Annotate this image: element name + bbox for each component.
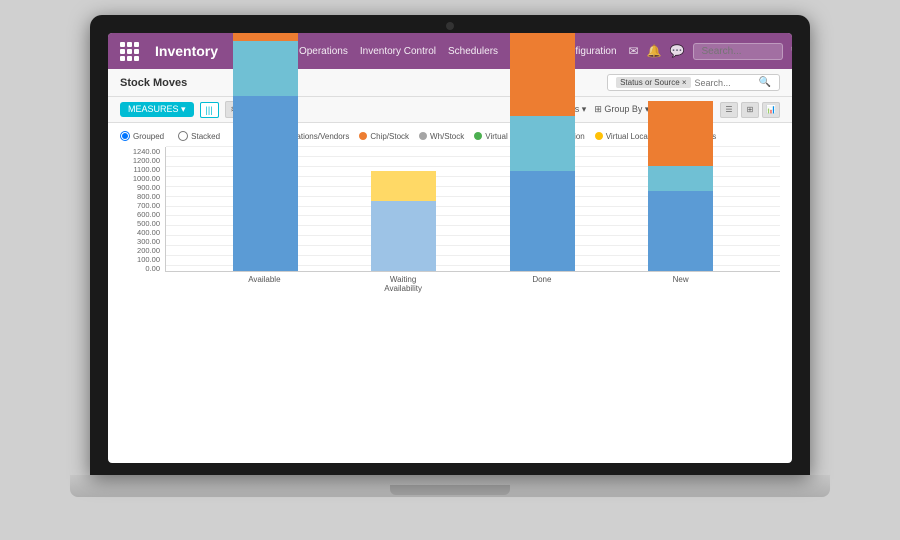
- bar-waiting-lightblue: [371, 201, 436, 271]
- y-label-400: 400.00: [137, 228, 160, 237]
- bar-waiting-stack: [371, 171, 436, 271]
- chart-grid: [165, 147, 780, 272]
- header-right: ✉ 🔔 💬 🔍: [629, 43, 792, 60]
- x-label-done: Done: [509, 275, 574, 293]
- measures-button[interactable]: MEASURES ▾: [120, 102, 194, 117]
- y-label-1000: 1000.00: [133, 174, 160, 183]
- bar-done-stack: [510, 33, 575, 271]
- x-label-new: New: [648, 275, 713, 293]
- y-label-500: 500.00: [137, 219, 160, 228]
- chat-icon[interactable]: 💬: [670, 44, 685, 58]
- chart-container: 1240.00 1200.00 1100.00 1000.00 900.00 8…: [120, 147, 780, 293]
- kanban-view-icon[interactable]: ⊞: [741, 102, 759, 118]
- y-label-1240: 1240.00: [133, 147, 160, 156]
- y-label-100: 100.00: [137, 255, 160, 264]
- bar-done-blue: [510, 171, 575, 271]
- chart-plot: Available Waiting Availability Done New: [165, 147, 780, 293]
- screen-bezel: Inventory Dashboard Operations Inventory…: [90, 15, 810, 475]
- x-label-available: Available: [232, 275, 297, 293]
- y-label-700: 700.00: [137, 201, 160, 210]
- grid-icon: [120, 42, 139, 61]
- filter-tag[interactable]: Status or Source ×: [616, 77, 690, 88]
- bar-new: [648, 101, 713, 271]
- bar-available-blue: [233, 96, 298, 271]
- laptop-shell: Inventory Dashboard Operations Inventory…: [60, 15, 840, 525]
- stacked-option[interactable]: Stacked: [178, 131, 220, 141]
- nav-operations[interactable]: Operations: [299, 46, 348, 57]
- bell-icon[interactable]: 🔔: [647, 44, 662, 58]
- bar-done: [510, 33, 575, 271]
- legend-chip: Chip/Stock: [359, 132, 409, 141]
- email-icon[interactable]: ✉: [629, 44, 639, 58]
- screen: Inventory Dashboard Operations Inventory…: [108, 33, 792, 463]
- filter-bar[interactable]: Status or Source × 🔍: [607, 74, 780, 91]
- search-filter-icon: 🔍: [759, 77, 771, 88]
- y-label-900: 900.00: [137, 183, 160, 192]
- search-input[interactable]: [693, 43, 783, 60]
- y-axis: 1240.00 1200.00 1100.00 1000.00 900.00 8…: [120, 147, 165, 293]
- bar-waiting: [371, 171, 436, 271]
- bar-waiting-yellow: [371, 171, 436, 201]
- bars-container: [166, 147, 780, 271]
- search-icon[interactable]: 🔍: [791, 44, 792, 58]
- bar-available-teal: [233, 41, 298, 96]
- bar-done-orange: [510, 33, 575, 116]
- legend-wh: Wh/Stock: [419, 132, 464, 141]
- bar-done-teal: [510, 116, 575, 171]
- bar-new-orange: [648, 101, 713, 166]
- grouped-option[interactable]: Grouped: [120, 131, 164, 141]
- app-header: Inventory Dashboard Operations Inventory…: [108, 33, 792, 69]
- view-icons: ☰ ⊞ 📊: [720, 102, 780, 118]
- nav-inventory-control[interactable]: Inventory Control: [360, 46, 436, 57]
- y-label-1200: 1200.00: [133, 156, 160, 165]
- laptop-notch: [390, 485, 510, 495]
- bar-chart-view-button[interactable]: |||: [200, 102, 219, 118]
- legend-items: Partner Locations/Vendors Chip/Stock Wh/…: [244, 132, 716, 141]
- y-label-600: 600.00: [137, 210, 160, 219]
- group-by-button[interactable]: ⊞ Group By ▾: [594, 104, 649, 115]
- y-label-1100: 1100.00: [133, 165, 160, 174]
- nav-schedulers[interactable]: Schedulers: [448, 46, 498, 57]
- camera: [446, 22, 454, 30]
- bar-new-teal: [648, 166, 713, 191]
- y-label-800: 800.00: [137, 192, 160, 201]
- main-toolbar: Stock Moves Status or Source × 🔍: [108, 69, 792, 97]
- bar-available-orange: [233, 33, 298, 41]
- bar-available-stack: [233, 33, 298, 271]
- app-title: Inventory: [155, 43, 218, 59]
- y-label-0: 0.00: [145, 264, 160, 273]
- list-view-icon[interactable]: ☰: [720, 102, 738, 118]
- bar-available: [233, 33, 298, 271]
- search-filter-input[interactable]: [695, 78, 755, 88]
- chart-area: Grouped Stacked Partner Locations/Vendor…: [108, 123, 792, 301]
- bar-new-blue: [648, 191, 713, 271]
- x-labels: Available Waiting Availability Done New: [165, 272, 780, 293]
- laptop-base: [70, 475, 830, 497]
- y-label-200: 200.00: [137, 246, 160, 255]
- y-label-300: 300.00: [137, 237, 160, 246]
- x-label-waiting: Waiting Availability: [371, 275, 436, 293]
- chart-view-icon[interactable]: 📊: [762, 102, 780, 118]
- page-title: Stock Moves: [120, 77, 187, 89]
- bar-new-stack: [648, 101, 713, 271]
